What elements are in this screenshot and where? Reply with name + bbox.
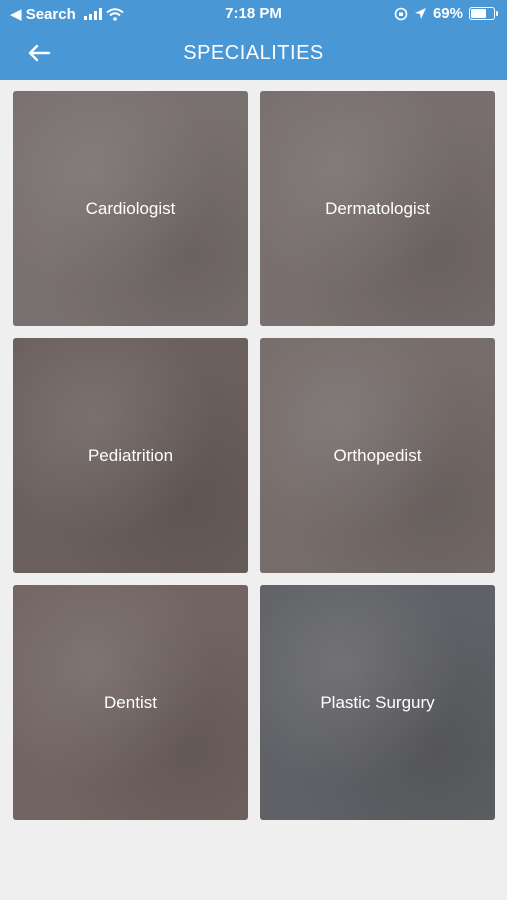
page-title: SPECIALITIES xyxy=(183,42,324,64)
top-bar: ◀ Search 7:18 PM 69% SPECIALITIES xyxy=(0,0,507,80)
status-bar: ◀ Search 7:18 PM 69% xyxy=(0,0,507,28)
speciality-label: Orthopedist xyxy=(333,445,422,465)
location-arrow-icon xyxy=(414,8,426,19)
orientation-lock-icon xyxy=(394,7,408,20)
speciality-card-dentist[interactable]: Dentist xyxy=(13,585,248,820)
specialities-grid: Cardiologist Dermatologist Pediatrition … xyxy=(13,91,495,820)
speciality-card-cardiologist[interactable]: Cardiologist xyxy=(13,91,248,326)
status-right: 69% xyxy=(394,5,498,22)
battery-percent: 69% xyxy=(432,5,463,22)
speciality-label: Dermatologist xyxy=(325,198,430,218)
speciality-card-plastic-surgury[interactable]: Plastic Surgury xyxy=(260,585,495,820)
speciality-card-orthopedist[interactable]: Orthopedist xyxy=(260,338,495,573)
speciality-label: Pediatrition xyxy=(87,445,174,465)
navigation-bar: SPECIALITIES xyxy=(0,28,507,80)
speciality-card-dermatologist[interactable]: Dermatologist xyxy=(260,91,495,326)
battery-icon xyxy=(469,7,498,20)
speciality-label: Cardiologist xyxy=(85,198,176,218)
speciality-label: Plastic Surgury xyxy=(320,692,435,712)
speciality-card-pediatrition[interactable]: Pediatrition xyxy=(13,338,248,573)
speciality-label: Dentist xyxy=(104,692,157,712)
